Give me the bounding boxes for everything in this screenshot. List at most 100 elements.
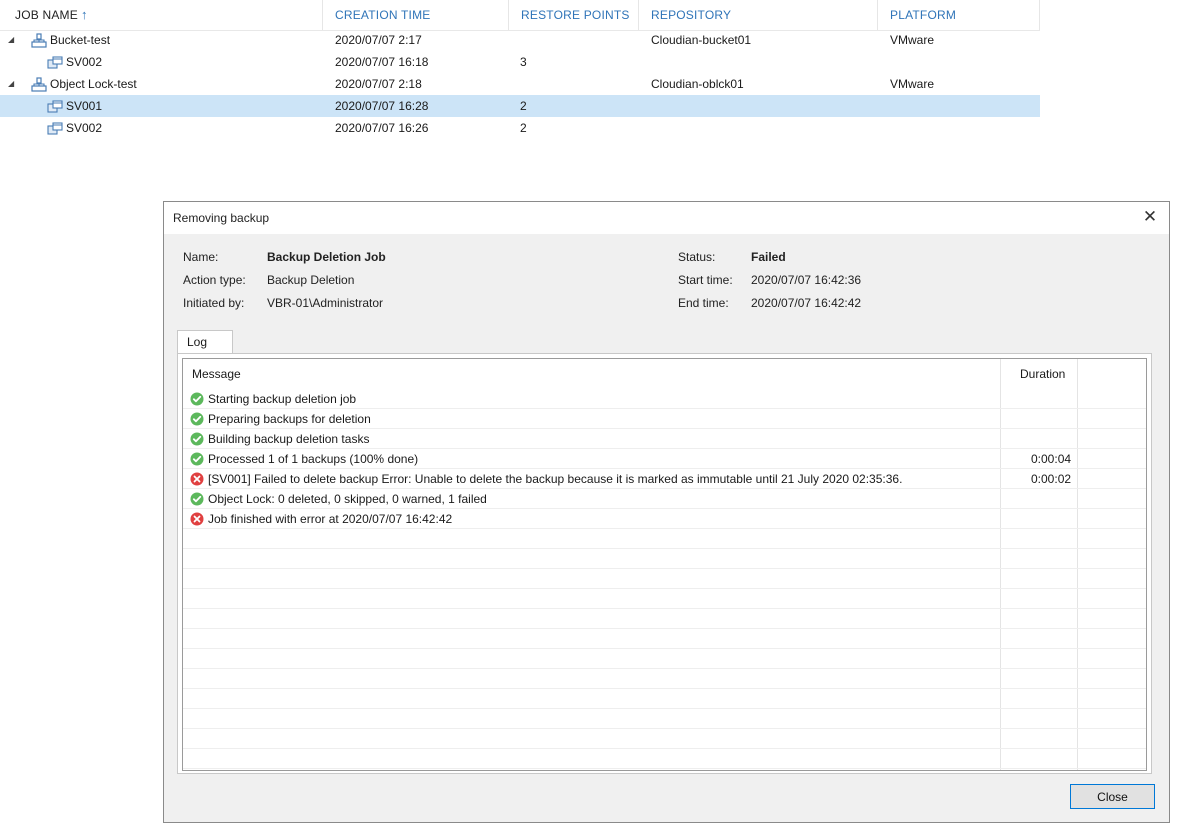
removing-backup-dialog: Removing backup ✕ Name: Backup Deletion … [163,201,1170,823]
success-check-icon [190,452,204,466]
vm-backup-icon [47,56,63,69]
column-job-name-label: JOB NAME [15,8,78,22]
vm-row[interactable]: SV002 2020/07/07 16:18 3 [0,51,1040,73]
log-row-empty [183,729,1146,749]
collapse-arrow-icon[interactable]: ◢ [8,29,14,51]
success-check-icon [190,432,204,446]
message-column-header[interactable]: Message [192,359,241,389]
log-duration: 0:00:04 [1031,452,1072,466]
initiated-by-label: Initiated by: [183,296,245,310]
vm-name-label: SV002 [66,55,103,69]
dialog-title: Removing backup [173,211,270,225]
log-message: Processed 1 of 1 backups (100% done) [208,452,419,466]
log-message: Job finished with error at 2020/07/07 16… [208,512,453,526]
success-check-icon [190,492,204,506]
log-message: Building backup deletion tasks [208,432,370,446]
collapse-arrow-icon[interactable]: ◢ [8,73,14,95]
log-row-empty [183,669,1146,689]
restore-points-cell: 2 [520,121,527,135]
log-row[interactable]: Processed 1 of 1 backups (100% done) 0:0… [183,449,1146,469]
action-type-value: Backup Deletion [267,273,355,287]
start-time-value: 2020/07/07 16:42:36 [751,273,862,287]
log-row[interactable]: Object Lock: 0 deleted, 0 skipped, 0 war… [183,489,1146,509]
column-restore-points-label: RESTORE POINTS [521,8,630,22]
column-restore-points[interactable]: RESTORE POINTS [508,0,638,30]
vm-backup-icon [47,122,63,135]
platform-cell: VMware [890,33,935,47]
backup-job-icon [31,33,47,48]
column-platform[interactable]: PLATFORM [877,0,1040,30]
log-row-empty [183,629,1146,649]
status-label: Status: [678,250,716,264]
column-creation-time[interactable]: CREATION TIME [322,0,508,30]
jobs-grid: JOB NAME ↑ CREATION TIME RESTORE POINTS R… [0,0,1040,139]
info-end-time: End time: 2020/07/07 16:42:42 [678,296,978,312]
duration-column-header[interactable]: Duration [1020,359,1065,389]
job-name-label: Object Lock-test [50,77,137,91]
column-creation-time-label: CREATION TIME [335,8,431,22]
jobs-grid-header: JOB NAME ↑ CREATION TIME RESTORE POINTS R… [0,0,1040,31]
vm-row-selected[interactable]: SV001 2020/07/07 16:28 2 [0,95,1040,117]
log-message: Starting backup deletion job [208,392,357,406]
log-table-header: Message Duration [183,359,1146,389]
dialog-titlebar[interactable]: Removing backup ✕ [164,202,1169,234]
info-status: Status: Failed [678,250,978,266]
log-tab-panel: Message Duration Starting backup deletio… [177,353,1152,774]
end-time-value: 2020/07/07 16:42:42 [751,296,862,310]
name-label: Name: [183,250,219,264]
sort-ascending-icon: ↑ [80,7,88,22]
repository-cell: Cloudian-bucket01 [651,33,752,47]
success-check-icon [190,392,204,406]
creation-time-cell: 2020/07/07 2:17 [335,33,422,47]
vm-name-label: SV002 [66,121,103,135]
vm-row[interactable]: SV002 2020/07/07 16:26 2 [0,117,1040,139]
vm-backup-icon [47,100,63,113]
close-icon[interactable]: ✕ [1139,206,1161,228]
log-row-empty [183,709,1146,729]
column-repository-label: REPOSITORY [651,8,732,22]
end-time-label: End time: [678,296,729,310]
column-job-name[interactable]: JOB NAME ↑ [0,0,322,30]
log-row[interactable]: [SV001] Failed to delete backup Error: U… [183,469,1146,489]
info-action-type: Action type: Backup Deletion [183,273,583,289]
info-name: Name: Backup Deletion Job [183,250,583,266]
name-value: Backup Deletion Job [267,250,386,264]
vm-name-cell: SV002 [47,117,102,139]
creation-time-cell: 2020/07/07 16:28 [335,99,429,113]
platform-cell: VMware [890,77,935,91]
log-row-empty [183,649,1146,669]
action-type-label: Action type: [183,273,246,287]
start-time-label: Start time: [678,273,733,287]
log-row-empty [183,549,1146,569]
tab-log[interactable]: Log [177,330,233,354]
log-message: [SV001] Failed to delete backup Error: U… [208,472,903,486]
job-name-cell: Bucket-test [31,29,110,51]
job-row[interactable]: ◢ Object Lock-test 2020/07/07 2:18 Cloud… [0,73,1040,95]
success-check-icon [190,412,204,426]
log-message: Preparing backups for deletion [208,412,371,426]
vm-name-label: SV001 [66,99,103,113]
creation-time-cell: 2020/07/07 16:18 [335,55,429,69]
log-row-empty [183,589,1146,609]
info-start-time: Start time: 2020/07/07 16:42:36 [678,273,978,289]
status-value: Failed [751,250,786,264]
error-x-icon [190,512,204,526]
log-row[interactable]: Preparing backups for deletion [183,409,1146,429]
log-row-empty [183,609,1146,629]
column-platform-label: PLATFORM [890,8,957,22]
log-row[interactable]: Building backup deletion tasks [183,429,1146,449]
log-row-empty [183,569,1146,589]
log-row[interactable]: Job finished with error at 2020/07/07 16… [183,509,1146,529]
column-repository[interactable]: REPOSITORY [638,0,877,30]
log-table[interactable]: Message Duration Starting backup deletio… [182,358,1147,771]
repository-cell: Cloudian-oblck01 [651,77,744,91]
vm-name-cell: SV002 [47,51,102,73]
creation-time-cell: 2020/07/07 16:26 [335,121,429,135]
job-row[interactable]: ◢ Bucket-test 2020/07/07 2:17 Cloudian-b… [0,29,1040,51]
log-row[interactable]: Starting backup deletion job [183,389,1146,409]
log-row-empty [183,749,1146,769]
backup-job-icon [31,77,47,92]
close-button[interactable]: Close [1070,784,1155,809]
info-initiated-by: Initiated by: VBR-01\Administrator [183,296,583,312]
log-row-empty [183,689,1146,709]
